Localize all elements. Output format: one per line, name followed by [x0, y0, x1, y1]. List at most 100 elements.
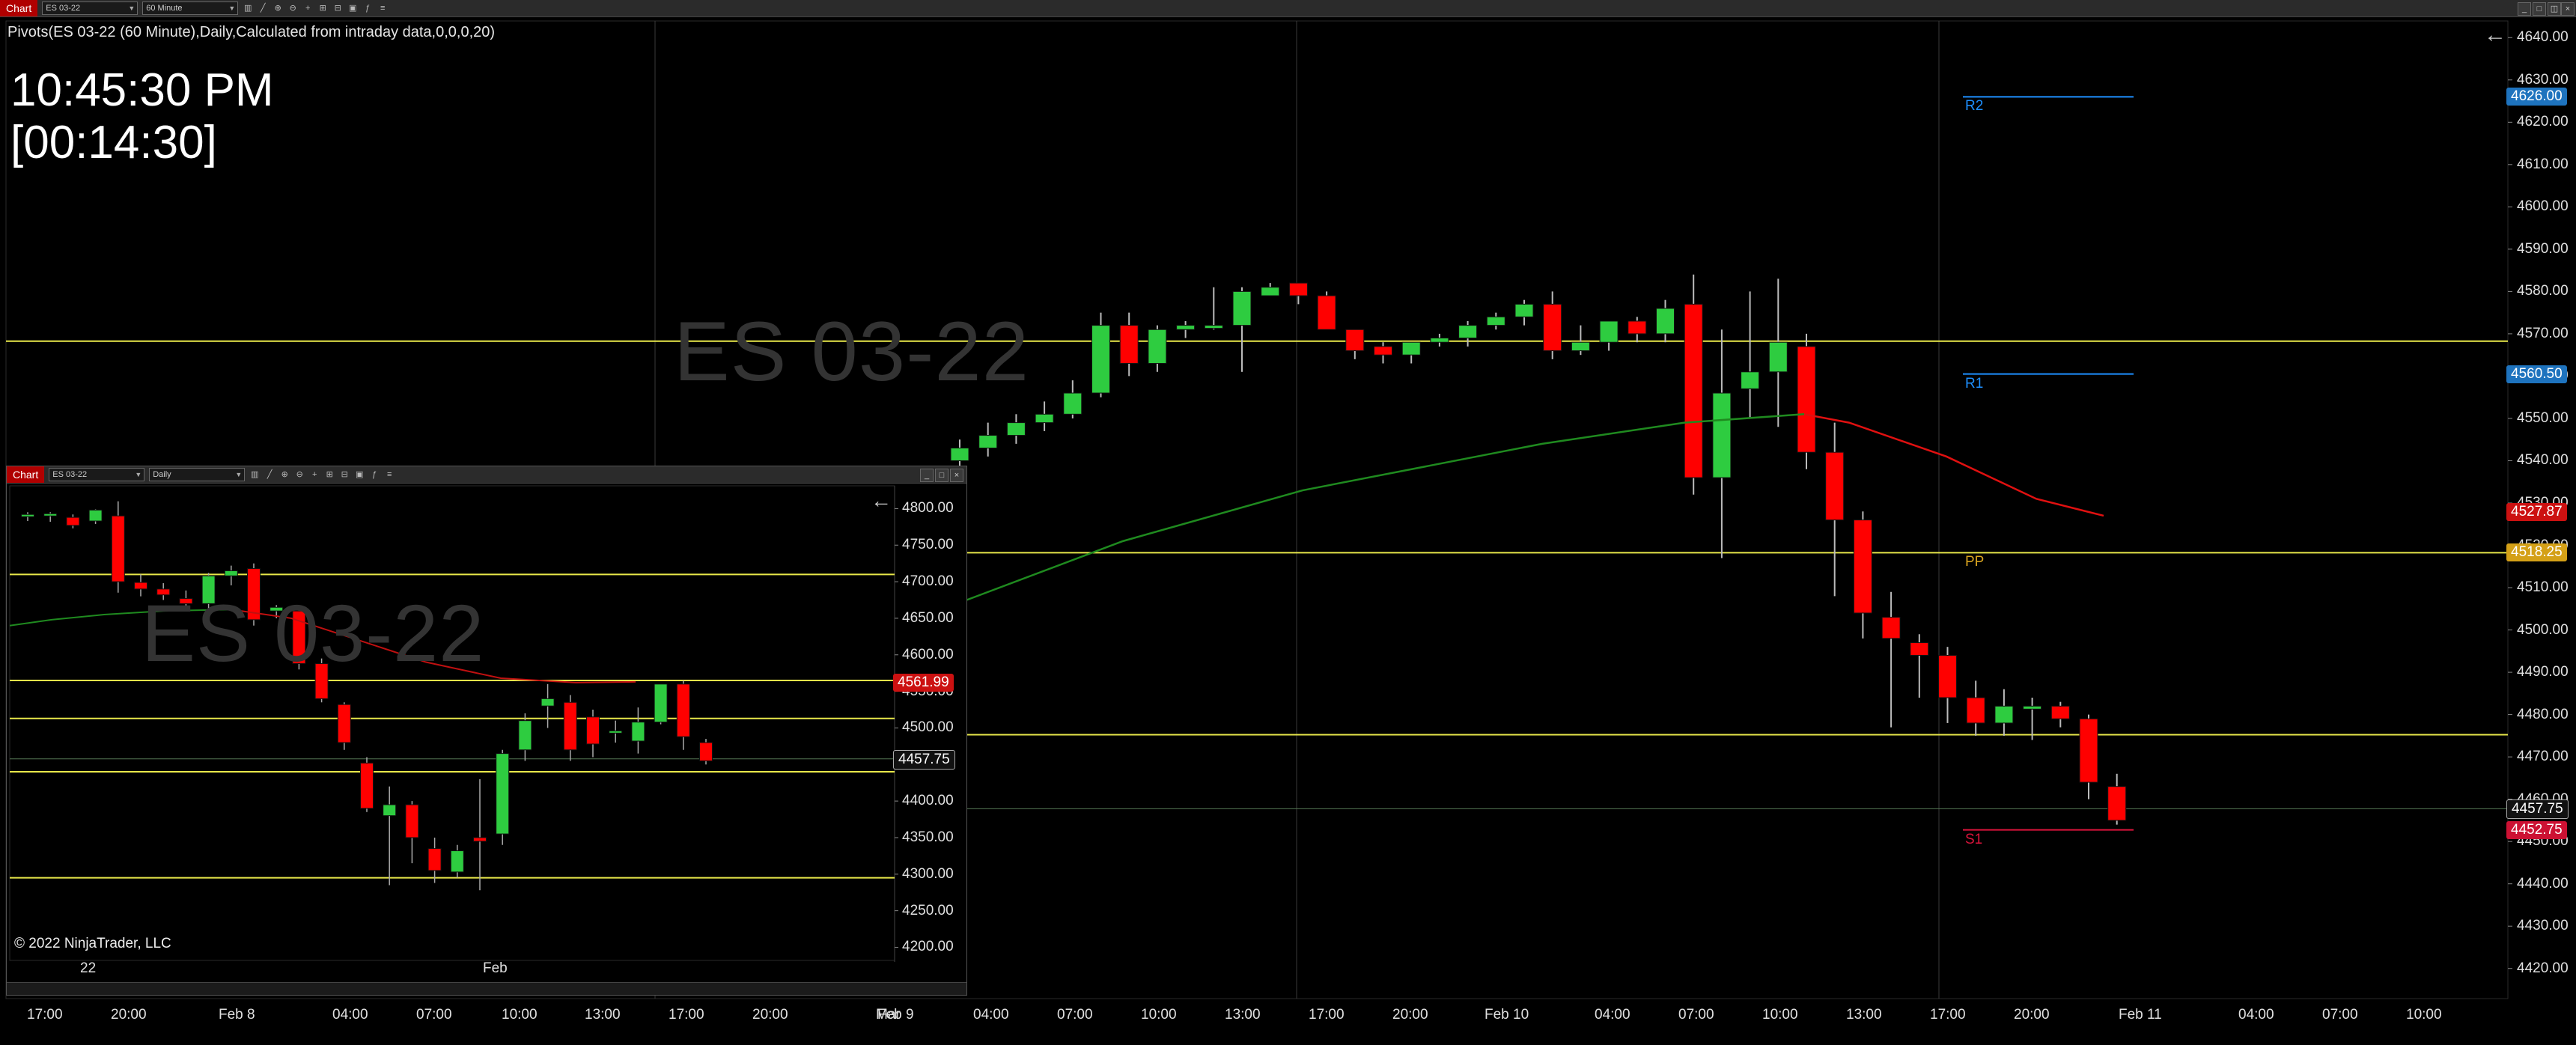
inset-candle-body — [21, 514, 34, 517]
candle-body — [1345, 329, 1365, 352]
inset-price-chart[interactable] — [7, 483, 966, 983]
zoom-in-icon[interactable]: ⊕ — [279, 469, 290, 480]
chart-badge[interactable]: Chart — [0, 0, 38, 16]
close-button[interactable]: × — [2561, 2, 2575, 16]
restore-button[interactable]: ◫ — [2548, 2, 2561, 16]
inset-candle-body — [66, 517, 80, 526]
interval-selector[interactable]: 60 Minute ▼ — [142, 1, 239, 15]
candle-body — [1938, 654, 1957, 698]
inset-time-axis-label: 22 — [80, 960, 97, 976]
price-axis-label: 4640.00 — [2517, 29, 2569, 46]
inset-minimize-button[interactable]: _ — [920, 469, 934, 482]
inset-candle-body — [676, 683, 690, 737]
price-tag-s1: 4452.75 — [2506, 820, 2567, 839]
candle-body — [1910, 642, 1929, 656]
camera-icon[interactable]: ▣ — [347, 3, 358, 13]
inset-candle-body — [224, 570, 238, 576]
price-axis-label: 4620.00 — [2517, 114, 2569, 130]
candle-body — [1825, 451, 1845, 521]
crosshair-icon[interactable]: + — [302, 3, 313, 13]
inset-close-button[interactable]: × — [950, 469, 963, 482]
strategies-icon[interactable]: ⊟ — [339, 469, 350, 480]
time-axis-label: 10:00 — [2406, 1007, 2442, 1023]
bar-chart-icon[interactable]: ▥ — [249, 469, 260, 480]
draw-tool-icon[interactable]: ╱ — [258, 3, 268, 13]
zoom-out-icon[interactable]: ⊖ — [287, 3, 298, 13]
pivot-label-s1: S1 — [1965, 831, 1983, 847]
zoom-out-icon[interactable]: ⊖ — [294, 469, 305, 480]
time-axis-label: 04:00 — [973, 1007, 1009, 1023]
time-axis-label: 07:00 — [1678, 1007, 1714, 1023]
price-axis-label: 4610.00 — [2517, 156, 2569, 172]
maximize-button[interactable]: □ — [2533, 2, 2546, 16]
inset-candle-body — [541, 698, 555, 707]
interval-selector-value: 60 Minute — [146, 4, 183, 13]
candle-body — [1288, 282, 1308, 296]
price-tag-sma: 4527.87 — [2506, 503, 2567, 522]
inset-price-axis-label: 4300.00 — [902, 865, 954, 882]
draw-tool-icon[interactable]: ╱ — [264, 469, 275, 480]
inset-titlebar: Chart ES 03-22 ▼ Daily ▼ ▥ ╱ ⊕ ⊖ + ⊞ ⊟ ▣… — [7, 466, 966, 484]
chevron-down-icon: ▼ — [235, 471, 243, 478]
properties-icon[interactable]: ≡ — [377, 3, 388, 13]
camera-icon[interactable]: ▣ — [354, 469, 365, 480]
inset-candle-body — [450, 850, 464, 873]
indicators-icon[interactable]: ƒ — [362, 3, 373, 13]
price-axis-label: 4600.00 — [2517, 198, 2569, 215]
inset-instrument-selector[interactable]: ES 03-22 ▼ — [49, 468, 145, 481]
inset-chart-window[interactable]: Chart ES 03-22 ▼ Daily ▼ ▥ ╱ ⊕ ⊖ + ⊞ ⊟ ▣… — [6, 466, 967, 996]
time-axis-label: 04:00 — [2238, 1007, 2274, 1023]
inset-candle-body — [699, 742, 713, 761]
properties-icon[interactable]: ≡ — [384, 469, 395, 480]
candle-body — [1204, 325, 1223, 329]
instrument-selector-value: ES 03-22 — [46, 4, 81, 13]
candle-body — [1853, 520, 1872, 614]
time-axis-label: 17:00 — [27, 1007, 63, 1023]
price-axis-label: 4570.00 — [2517, 325, 2569, 341]
inset-price-axis-label: 4600.00 — [902, 646, 954, 662]
inset-candle-body — [609, 730, 623, 734]
candle-body — [1543, 303, 1562, 352]
candle-body — [1317, 295, 1336, 330]
time-axis-label: Feb 8 — [219, 1007, 255, 1023]
inset-maximize-button[interactable]: □ — [935, 469, 949, 482]
time-axis-label: Feb 10 — [1485, 1007, 1529, 1023]
inset-interval-selector[interactable]: Daily ▼ — [149, 468, 246, 481]
templates-icon[interactable]: ⊞ — [324, 469, 335, 480]
inset-interval-value: Daily — [153, 470, 171, 479]
price-axis-label: 4420.00 — [2517, 960, 2569, 976]
time-axis-label: 17:00 — [1309, 1007, 1345, 1023]
inset-instrument-value: ES 03-22 — [52, 470, 88, 479]
time-axis-label: 20:00 — [1392, 1007, 1428, 1023]
time-axis-label: 10:00 — [1141, 1007, 1177, 1023]
inset-candle-body — [654, 683, 668, 723]
price-tag-last: 4457.75 — [2506, 799, 2569, 820]
price-axis-label: 4490.00 — [2517, 664, 2569, 680]
templates-icon[interactable]: ⊞ — [317, 3, 328, 13]
inset-price-axis-label: 4350.00 — [902, 829, 954, 845]
crosshair-icon[interactable]: + — [309, 469, 320, 480]
inset-back-arrow-icon[interactable]: ← — [871, 489, 892, 513]
zoom-in-icon[interactable]: ⊕ — [272, 3, 283, 13]
inset-candle-body — [360, 762, 374, 809]
candle-body — [1599, 320, 1619, 343]
time-axis-label: 13:00 — [585, 1007, 621, 1023]
instrument-selector[interactable]: ES 03-22 ▼ — [42, 1, 138, 15]
back-arrow-icon[interactable]: ← — [2484, 22, 2506, 48]
inset-scrollbar[interactable] — [7, 982, 966, 995]
candle-body — [1035, 413, 1054, 424]
candle-body — [1148, 329, 1167, 364]
price-axis-label: 4630.00 — [2517, 71, 2569, 88]
copyright-notice: © 2022 NinjaTrader, LLC — [14, 936, 171, 951]
indicators-icon[interactable]: ƒ — [369, 469, 380, 480]
candle-body — [1994, 705, 2014, 724]
candle-body — [1176, 325, 1196, 330]
inset-price-axis-label: 4400.00 — [902, 793, 954, 809]
candle-body — [1374, 346, 1392, 356]
strategies-icon[interactable]: ⊟ — [332, 3, 343, 13]
bar-chart-icon[interactable]: ▥ — [243, 3, 253, 13]
minimize-button[interactable]: _ — [2518, 2, 2531, 16]
inset-time-axis-label: Feb — [483, 960, 508, 976]
inset-chart-badge[interactable]: Chart — [7, 466, 45, 483]
price-tag-r2: 4626.00 — [2506, 88, 2567, 106]
